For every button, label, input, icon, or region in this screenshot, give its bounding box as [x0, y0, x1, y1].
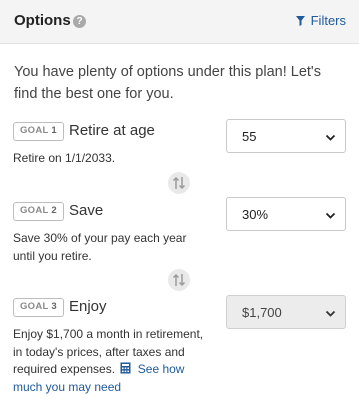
goal-badge-number: 2 — [51, 205, 58, 216]
goal-badge: GOAL 1 — [13, 122, 64, 141]
goal-badge-word: GOAL — [19, 125, 49, 136]
save-percent-select[interactable]: 30% — [226, 197, 346, 231]
select-value: 55 — [242, 129, 257, 144]
goal-title: Retire at age — [69, 122, 155, 139]
goal-badge-word: GOAL — [19, 205, 49, 216]
intro-text: You have plenty of options under this pl… — [14, 64, 321, 102]
goal-badge-number: 3 — [51, 301, 58, 312]
goal-badge-number: 1 — [51, 125, 58, 136]
question-circle-icon[interactable]: ? — [73, 15, 86, 28]
goal-title: Enjoy — [69, 298, 107, 315]
goal-badge: GOAL 3 — [13, 298, 64, 317]
chevron-down-icon — [325, 131, 336, 146]
filters-button[interactable]: Filters — [295, 13, 346, 28]
options-header: Options ? Filters — [0, 0, 359, 44]
link-text-line-1: See how — [137, 362, 185, 376]
goal-description: Enjoy $1,700 a month in retirement, in t… — [13, 326, 208, 396]
calculator-icon — [120, 362, 131, 374]
options-panel: Options ? Filters You have plenty of opt… — [0, 0, 359, 408]
filters-label: Filters — [310, 13, 346, 28]
link-text-line-2: much you may need — [13, 379, 122, 394]
chevron-down-icon — [325, 209, 336, 224]
goal-badge: GOAL 2 — [13, 202, 64, 221]
goal-title: Save — [69, 202, 104, 219]
panel-title: Options — [14, 12, 71, 29]
swap-vertical-icon[interactable] — [168, 172, 190, 194]
swap-vertical-icon[interactable] — [168, 269, 190, 291]
select-value: 30% — [242, 207, 269, 222]
goal-description: Save 30% of your pay each year until you… — [13, 231, 187, 263]
goal-description: Retire on 1/1/2033. — [13, 151, 116, 165]
enjoy-amount-select[interactable]: $1,700 — [226, 295, 346, 329]
goal-badge-word: GOAL — [19, 301, 49, 312]
funnel-icon — [295, 15, 305, 26]
select-value: $1,700 — [242, 305, 282, 320]
retire-age-select[interactable]: 55 — [226, 119, 346, 153]
chevron-down-icon — [325, 307, 336, 322]
